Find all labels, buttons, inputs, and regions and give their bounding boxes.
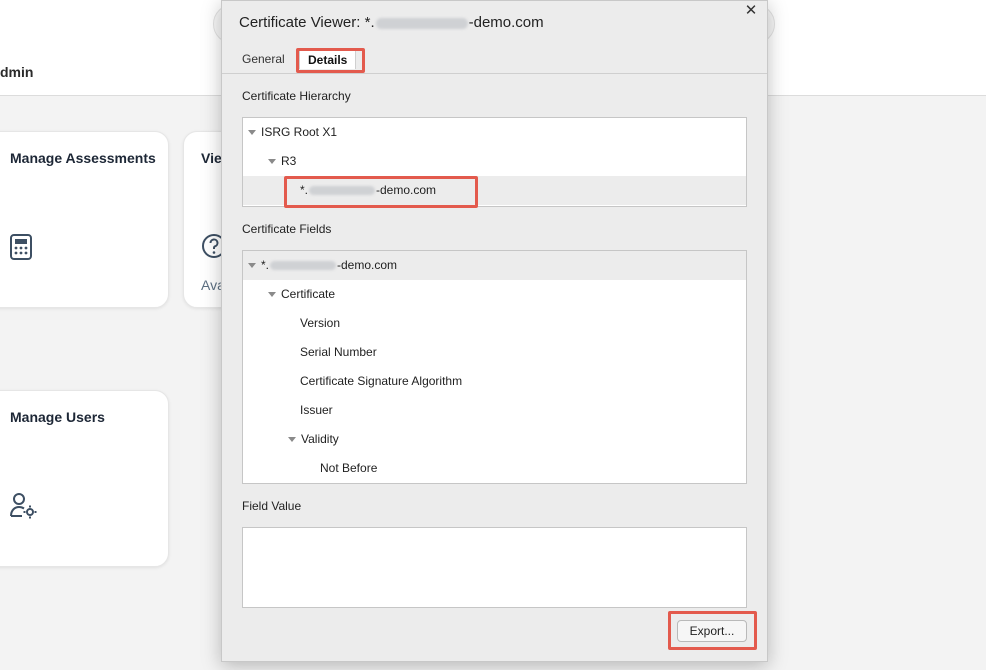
expand-triangle-icon[interactable]	[268, 159, 276, 165]
dialog-title-prefix: Certificate Viewer: *.	[239, 14, 375, 31]
tab-bar: General Details	[222, 47, 767, 74]
tree-item-prefix: *.	[261, 258, 270, 272]
tree-item-label: Not Before	[320, 461, 378, 475]
redacted-domain	[375, 17, 468, 29]
tab-details[interactable]: Details	[299, 50, 357, 69]
field-item-serial-number[interactable]: Serial Number	[243, 338, 746, 367]
field-value-box[interactable]	[242, 527, 747, 608]
field-item-certificate-root[interactable]: *. -demo.com	[243, 251, 746, 280]
tree-item-label: Certificate Signature Algorithm	[300, 374, 463, 388]
manage-assessments-card[interactable]: Manage Assessments	[0, 131, 169, 308]
certificate-hierarchy-tree: ISRG Root X1 R3 *. -demo.com	[242, 117, 747, 207]
field-item-validity[interactable]: Validity	[243, 425, 746, 454]
tree-item-label: ISRG Root X1	[261, 125, 338, 139]
expand-triangle-icon[interactable]	[288, 437, 296, 443]
certificate-fields-tree: *. -demo.com Certificate Version Serial N…	[242, 250, 747, 484]
card-title: Manage Users	[10, 409, 105, 425]
tree-item-label: Issuer	[300, 403, 333, 417]
expand-triangle-icon[interactable]	[248, 263, 256, 269]
dialog-title-suffix: -demo.com	[468, 14, 544, 31]
expand-triangle-icon[interactable]	[268, 292, 276, 298]
card-title: Manage Assessments	[10, 150, 156, 166]
tree-item-label: Validity	[301, 432, 339, 446]
hierarchy-item-isrg-root[interactable]: ISRG Root X1	[243, 118, 746, 147]
field-item-not-before[interactable]: Not Before	[243, 454, 746, 483]
redacted-domain	[309, 186, 376, 196]
tree-item-prefix: *.	[300, 183, 309, 197]
calculator-icon	[9, 233, 33, 266]
field-value-label: Field Value	[242, 499, 302, 513]
tree-item-label: Version	[300, 316, 341, 330]
field-item-signature-algorithm[interactable]: Certificate Signature Algorithm	[243, 367, 746, 396]
field-item-version[interactable]: Version	[243, 309, 746, 338]
hierarchy-item-leaf-cert[interactable]: *. -demo.com	[243, 176, 746, 205]
certificate-viewer-dialog: Certificate Viewer: *. -demo.com ✕ Genera…	[221, 0, 768, 662]
tree-item-suffix: -demo.com	[376, 183, 437, 197]
fields-label: Certificate Fields	[242, 222, 332, 236]
user-label: dmin	[0, 64, 34, 80]
field-item-certificate[interactable]: Certificate	[243, 280, 746, 309]
tree-item-label: Serial Number	[300, 345, 377, 359]
close-icon[interactable]: ✕	[742, 2, 760, 20]
tab-general[interactable]: General	[242, 52, 285, 66]
tree-item-label: R3	[281, 154, 297, 168]
expand-triangle-icon[interactable]	[248, 130, 256, 136]
tree-item-label: Certificate	[281, 287, 336, 301]
manage-users-card[interactable]: Manage Users	[0, 390, 169, 567]
tree-item-suffix: -demo.com	[337, 258, 398, 272]
user-settings-icon	[9, 491, 39, 526]
redacted-domain	[270, 261, 337, 271]
hierarchy-item-r3[interactable]: R3	[243, 147, 746, 176]
dialog-title: Certificate Viewer: *. -demo.com	[239, 14, 544, 31]
export-button[interactable]: Export...	[677, 620, 747, 642]
field-item-issuer[interactable]: Issuer	[243, 396, 746, 425]
card-title: Vie	[201, 150, 222, 166]
hierarchy-label: Certificate Hierarchy	[242, 89, 351, 103]
